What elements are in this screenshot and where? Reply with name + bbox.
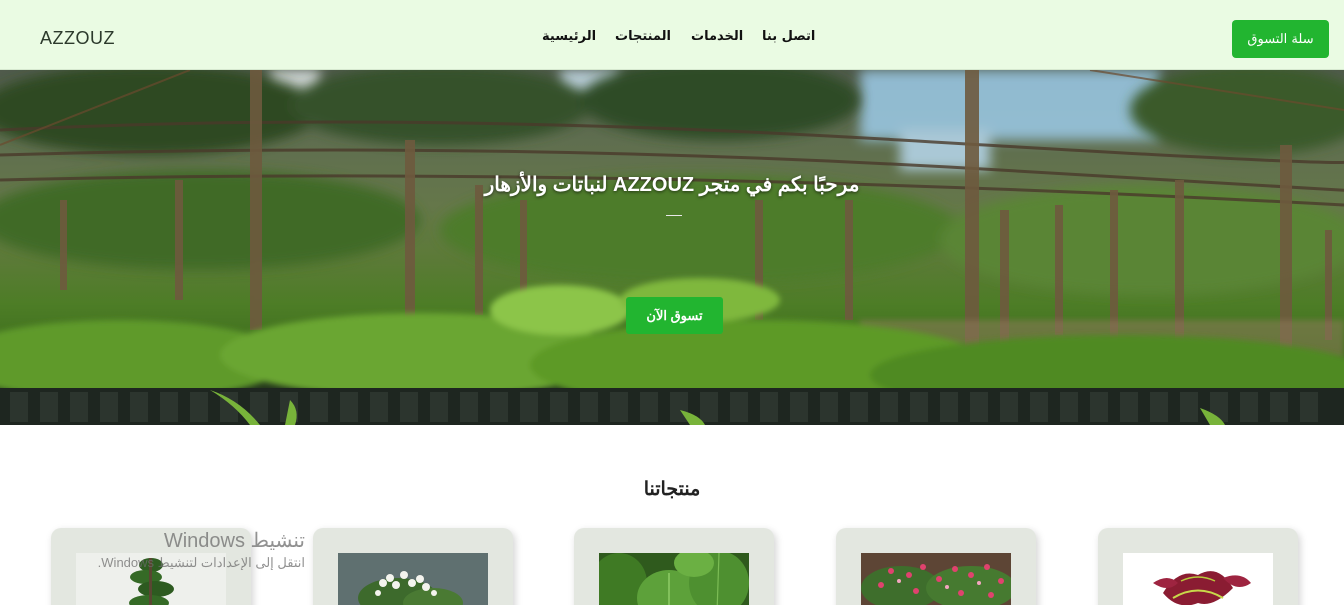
cart-button[interactable]: سلة التسوق [1232,20,1329,58]
hero-title: مرحبًا بكم في متجر AZZOUZ لنباتات والأزه… [484,174,860,196]
main-nav: الرئيسية المنتجات الخدمات اتصل بنا [0,0,1344,70]
coleus-plant-image[interactable] [1123,553,1273,605]
product-card[interactable] [1098,528,1298,605]
white-flowers-image[interactable] [338,553,488,605]
nav-services-link[interactable]: الخدمات [691,29,743,44]
nav-products-link[interactable]: المنتجات [615,29,671,44]
product-card[interactable] [51,528,251,605]
large-leaf-plant-image[interactable] [599,553,749,605]
bonsai-plant-image[interactable] [76,553,226,605]
nav-home-link[interactable]: الرئيسية [542,29,596,44]
product-card[interactable] [836,528,1036,605]
nursery-background-image [0,70,1344,425]
hero-divider [666,215,682,216]
site-header: AZZOUZ الرئيسية المنتجات الخدمات اتصل بن… [0,0,1344,70]
hero-banner: مرحبًا بكم في متجر AZZOUZ لنباتات والأزه… [0,70,1344,425]
shop-now-button[interactable]: تسوق الآن [626,297,723,334]
product-card[interactable] [313,528,513,605]
nav-contact-link[interactable]: اتصل بنا [762,29,815,44]
pink-flowers-image[interactable] [861,553,1011,605]
products-section-title: منتجاتنا [643,479,701,500]
product-card[interactable] [574,528,774,605]
